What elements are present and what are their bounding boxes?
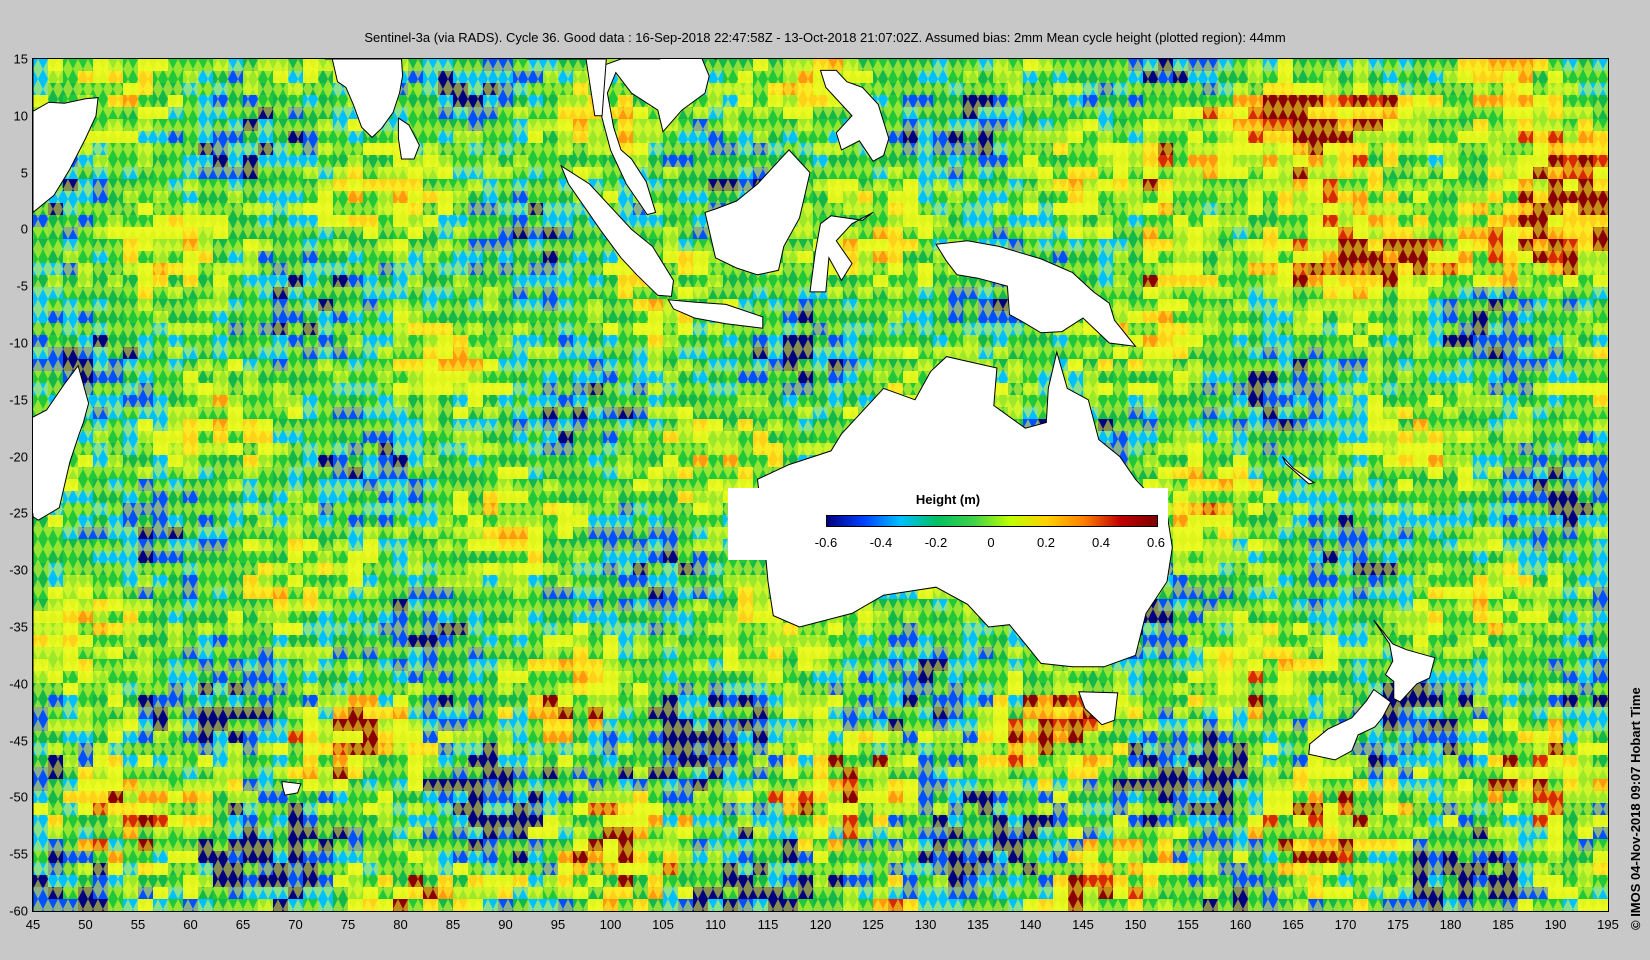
longitude-tick-label: 75 <box>340 917 356 932</box>
longitude-tick-label: 135 <box>967 917 989 932</box>
latitude-tick-label: -5 <box>16 278 28 294</box>
latitude-tick-label: -45 <box>9 733 28 749</box>
longitude-tick-label: 120 <box>809 917 832 932</box>
longitude-tick-label: 130 <box>914 917 937 932</box>
latitude-tick-label: 15 <box>13 51 28 67</box>
colorbar-tick-label: 0.6 <box>1146 535 1166 550</box>
longitude-tick-label: 155 <box>1177 917 1199 932</box>
latitude-tick-label: -40 <box>9 676 28 692</box>
longitude-tick-label: 105 <box>652 917 674 932</box>
longitude-tick-label: 175 <box>1387 917 1409 932</box>
longitude-tick-label: 160 <box>1229 917 1252 932</box>
latitude-tick-label: 10 <box>13 108 28 124</box>
longitude-tick-label: 165 <box>1282 917 1304 932</box>
longitude-tick-label: 110 <box>705 917 726 932</box>
colorbar-legend: Height (m) -0.6 -0.4 -0.2 0 0.2 0.4 0.6 <box>728 488 1168 560</box>
longitude-tick-label: 90 <box>498 917 513 932</box>
latitude-tick-label: -20 <box>9 449 28 465</box>
longitude-tick-label: 190 <box>1544 917 1567 932</box>
colorbar-tick-label: 0 <box>987 535 995 550</box>
map-title: Sentinel-3a (via RADS). Cycle 36. Good d… <box>364 30 1286 45</box>
kerguelen-landmass <box>281 780 302 796</box>
latitude-tick-label: -35 <box>9 619 28 635</box>
longitude-tick-label: 145 <box>1072 917 1094 932</box>
longitude-tick-label: 140 <box>1019 917 1042 932</box>
latitude-tick-label: -10 <box>9 335 28 351</box>
latitude-tick-label: -55 <box>9 846 28 862</box>
latitude-tick-label: -50 <box>9 789 28 805</box>
longitude-tick-label: 65 <box>235 917 251 932</box>
longitude-tick-label: 115 <box>757 917 779 932</box>
longitude-tick-label: 80 <box>393 917 408 932</box>
longitude-tick-label: 170 <box>1334 917 1357 932</box>
colorbar-tick-label: 0.2 <box>1036 535 1056 550</box>
sea-level-anomaly-map <box>33 59 1608 911</box>
longitude-tick-label: 195 <box>1597 917 1619 932</box>
latitude-tick-label: 5 <box>20 165 28 181</box>
longitude-tick-label: 45 <box>25 917 41 932</box>
longitude-tick-label: 150 <box>1124 917 1147 932</box>
map-plot-area[interactable] <box>32 58 1609 912</box>
colorbar-title: Height (m) <box>915 492 981 507</box>
colorbar-gradient <box>826 515 1158 527</box>
longitude-tick-label: 180 <box>1439 917 1462 932</box>
latitude-tick-label: -15 <box>9 392 28 408</box>
longitude-tick-label: 55 <box>130 917 146 932</box>
longitude-tick-label: 185 <box>1492 917 1514 932</box>
colorbar-tick-label: -0.2 <box>924 535 948 550</box>
latitude-tick-label: -25 <box>9 505 28 521</box>
longitude-tick-label: 70 <box>288 917 303 932</box>
copyright-note: © IMOS 04-Nov-2018 09:07 Hobart Time <box>1628 687 1643 930</box>
longitude-tick-label: 95 <box>550 917 566 932</box>
latitude-tick-label: -30 <box>9 562 28 578</box>
colorbar-tick-label: -0.4 <box>869 535 893 550</box>
longitude-tick-label: 60 <box>183 917 198 932</box>
latitude-tick-label: 0 <box>20 221 28 237</box>
colorbar-tick-label: -0.6 <box>814 535 838 550</box>
longitude-tick-label: 50 <box>78 917 93 932</box>
longitude-tick-label: 100 <box>599 917 622 932</box>
longitude-tick-label: 85 <box>445 917 461 932</box>
longitude-tick-label: 125 <box>862 917 884 932</box>
colorbar-tick-label: 0.4 <box>1091 535 1111 550</box>
